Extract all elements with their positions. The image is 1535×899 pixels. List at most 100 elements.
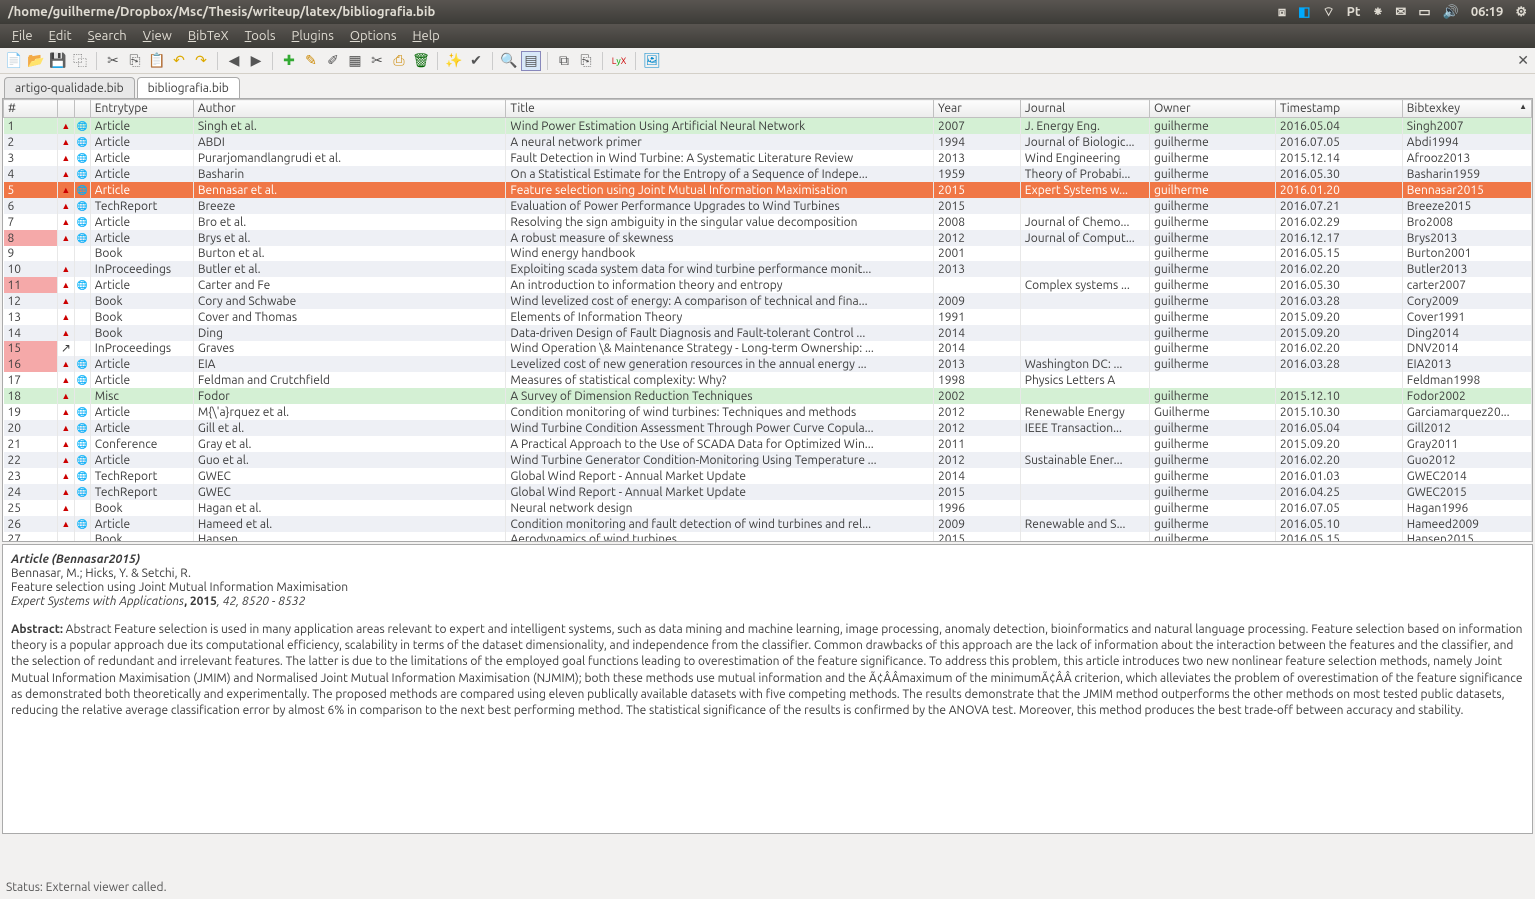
edit-entry-icon[interactable]: ✎ xyxy=(301,51,321,71)
pdf-icon[interactable]: ▲ xyxy=(61,296,70,306)
delete-icon[interactable]: 🗑 xyxy=(411,51,431,71)
pdf-icon[interactable]: ▲ xyxy=(61,359,70,369)
keyboard-layout[interactable]: Pt xyxy=(1347,5,1361,19)
globe-icon[interactable]: 🌐 xyxy=(77,519,88,529)
globe-icon[interactable]: 🌐 xyxy=(77,359,88,369)
picture-icon[interactable]: 🖼 xyxy=(642,51,662,71)
globe-icon[interactable]: 🌐 xyxy=(77,217,88,227)
teamviewer-icon[interactable]: ◧ xyxy=(1298,5,1310,20)
col-author[interactable]: Author xyxy=(193,100,506,118)
table-row[interactable]: 18▲MiscFodorA Survey of Dimension Reduct… xyxy=(4,388,1532,404)
table-row[interactable]: 7▲🌐ArticleBro et al.Resolving the sign a… xyxy=(4,214,1532,230)
table-row[interactable]: 6▲🌐TechReportBreezeEvaluation of Power P… xyxy=(4,198,1532,214)
col-year[interactable]: Year xyxy=(933,100,1020,118)
table-row[interactable]: 21▲🌐ConferenceGray et al.A Practical App… xyxy=(4,436,1532,452)
col-pdf[interactable] xyxy=(58,100,74,118)
delete-entry-icon[interactable]: ✂ xyxy=(367,51,387,71)
pdf-icon[interactable]: ▲ xyxy=(61,233,70,243)
globe-icon[interactable]: 🌐 xyxy=(77,233,88,243)
pdf-icon[interactable]: ▲ xyxy=(61,519,70,529)
preview-icon[interactable]: ▤ xyxy=(521,51,541,71)
pdf-icon[interactable]: ▲ xyxy=(61,121,70,131)
menu-file[interactable]: File xyxy=(4,27,41,45)
battery-icon[interactable]: ▭ xyxy=(1418,5,1430,20)
bluetooth-icon[interactable]: ⁕ xyxy=(1373,5,1384,20)
table-row[interactable]: 14▲BookDingData-driven Design of Fault D… xyxy=(4,325,1532,341)
copy-cite-icon[interactable]: ⎘ xyxy=(576,51,596,71)
globe-icon[interactable]: 🌐 xyxy=(77,487,88,497)
pdf-icon[interactable]: ▲ xyxy=(61,169,70,179)
table-row[interactable]: 5▲🌐ArticleBennasar et al.Feature selecti… xyxy=(4,182,1532,198)
mail-icon[interactable]: ✉ xyxy=(1395,5,1406,20)
globe-icon[interactable]: 🌐 xyxy=(77,153,88,163)
toolbar-close-icon[interactable]: ✕ xyxy=(1517,52,1529,69)
open-file-icon[interactable]: 📂 xyxy=(26,51,46,71)
nav-forward-icon[interactable]: ▶ xyxy=(246,51,266,71)
menu-help[interactable]: Help xyxy=(404,27,447,45)
menu-plugins[interactable]: Plugins xyxy=(284,27,342,45)
external-icon[interactable]: ↗ xyxy=(61,342,71,355)
table-row[interactable]: 26▲🌐ArticleHameed et al.Condition monito… xyxy=(4,516,1532,532)
pdf-icon[interactable]: ▲ xyxy=(61,439,70,449)
col-num[interactable]: # xyxy=(4,100,58,118)
menu-search[interactable]: Search xyxy=(80,27,135,45)
table-row[interactable]: 8▲🌐ArticleBrys et al.A robust measure of… xyxy=(4,230,1532,246)
globe-icon[interactable]: 🌐 xyxy=(77,471,88,481)
col-entrytype[interactable]: Entrytype xyxy=(90,100,193,118)
paste-icon[interactable]: 📋 xyxy=(147,51,167,71)
cut-icon[interactable]: ✂ xyxy=(103,51,123,71)
unmark-icon[interactable]: ✔ xyxy=(466,51,486,71)
volume-icon[interactable]: 🔊 xyxy=(1443,5,1459,20)
pdf-icon[interactable]: ▲ xyxy=(61,487,70,497)
pdf-icon[interactable]: ▲ xyxy=(61,153,70,163)
globe-icon[interactable]: 🌐 xyxy=(77,423,88,433)
table-row[interactable]: 12▲BookCory and SchwabeWind levelized co… xyxy=(4,293,1532,309)
col-link[interactable] xyxy=(74,100,90,118)
redo-icon[interactable]: ↷ xyxy=(191,51,211,71)
table-row[interactable]: 9BookBurton et al.Wind energy handbook20… xyxy=(4,246,1532,261)
edit-preamble-icon[interactable]: ▦ xyxy=(345,51,365,71)
menu-edit[interactable]: Edit xyxy=(41,27,80,45)
pdf-icon[interactable]: ▲ xyxy=(61,264,70,274)
save-all-icon[interactable]: ⿻ xyxy=(70,51,90,71)
pdf-icon[interactable]: ▲ xyxy=(61,217,70,227)
table-row[interactable]: 22▲🌐ArticleGuo et al.Wind Turbine Genera… xyxy=(4,452,1532,468)
table-row[interactable]: 15↗InProceedingsGravesWind Operation \& … xyxy=(4,341,1532,356)
mark-icon[interactable]: ✨ xyxy=(444,51,464,71)
globe-icon[interactable]: 🌐 xyxy=(77,121,88,131)
table-row[interactable]: 2▲🌐ArticleABDIA neural network primer199… xyxy=(4,134,1532,150)
table-row[interactable]: 3▲🌐ArticlePurarjomandlangrudi et al.Faul… xyxy=(4,150,1532,166)
menu-options[interactable]: Options xyxy=(342,27,405,45)
menu-bibtex[interactable]: BibTeX xyxy=(180,27,237,45)
dropbox-icon[interactable]: ⧈ xyxy=(1278,5,1286,20)
save-icon[interactable]: 💾 xyxy=(48,51,68,71)
globe-icon[interactable]: 🌐 xyxy=(77,169,88,179)
globe-icon[interactable]: 🌐 xyxy=(77,280,88,290)
table-row[interactable]: 10▲InProceedingsButler et al.Exploiting … xyxy=(4,261,1532,277)
clock[interactable]: 06:19 xyxy=(1471,5,1504,19)
globe-icon[interactable]: 🌐 xyxy=(77,407,88,417)
globe-icon[interactable]: 🌐 xyxy=(77,137,88,147)
undo-icon[interactable]: ↶ xyxy=(169,51,189,71)
globe-icon[interactable]: 🌐 xyxy=(77,201,88,211)
globe-icon[interactable]: 🌐 xyxy=(77,375,88,385)
globe-icon[interactable]: 🌐 xyxy=(77,185,88,195)
pdf-icon[interactable]: ▲ xyxy=(61,471,70,481)
tab-bibliografia[interactable]: bibliografia.bib xyxy=(137,77,240,98)
table-row[interactable]: 13▲BookCover and ThomasElements of Infor… xyxy=(4,309,1532,325)
table-row[interactable]: 24▲🌐TechReportGWECGlobal Wind Report - A… xyxy=(4,484,1532,500)
table-row[interactable]: 17▲🌐ArticleFeldman and CrutchfieldMeasur… xyxy=(4,372,1532,388)
col-title[interactable]: Title xyxy=(506,100,934,118)
pdf-icon[interactable]: ▲ xyxy=(61,503,70,513)
col-owner[interactable]: Owner xyxy=(1149,100,1275,118)
wifi-icon[interactable]: ⌔ xyxy=(1322,4,1334,20)
search-icon[interactable]: 🔍 xyxy=(499,51,519,71)
menu-view[interactable]: View xyxy=(135,27,180,45)
tab-artigo[interactable]: artigo-qualidade.bib xyxy=(4,77,135,98)
pdf-icon[interactable]: ▲ xyxy=(61,312,70,322)
edit-strings-icon[interactable]: ✐ xyxy=(323,51,343,71)
pdf-icon[interactable]: ▲ xyxy=(61,455,70,465)
col-journal[interactable]: Journal xyxy=(1020,100,1149,118)
table-row[interactable]: 25▲BookHagan et al.Neural network design… xyxy=(4,500,1532,516)
pdf-icon[interactable]: ▲ xyxy=(61,328,70,338)
